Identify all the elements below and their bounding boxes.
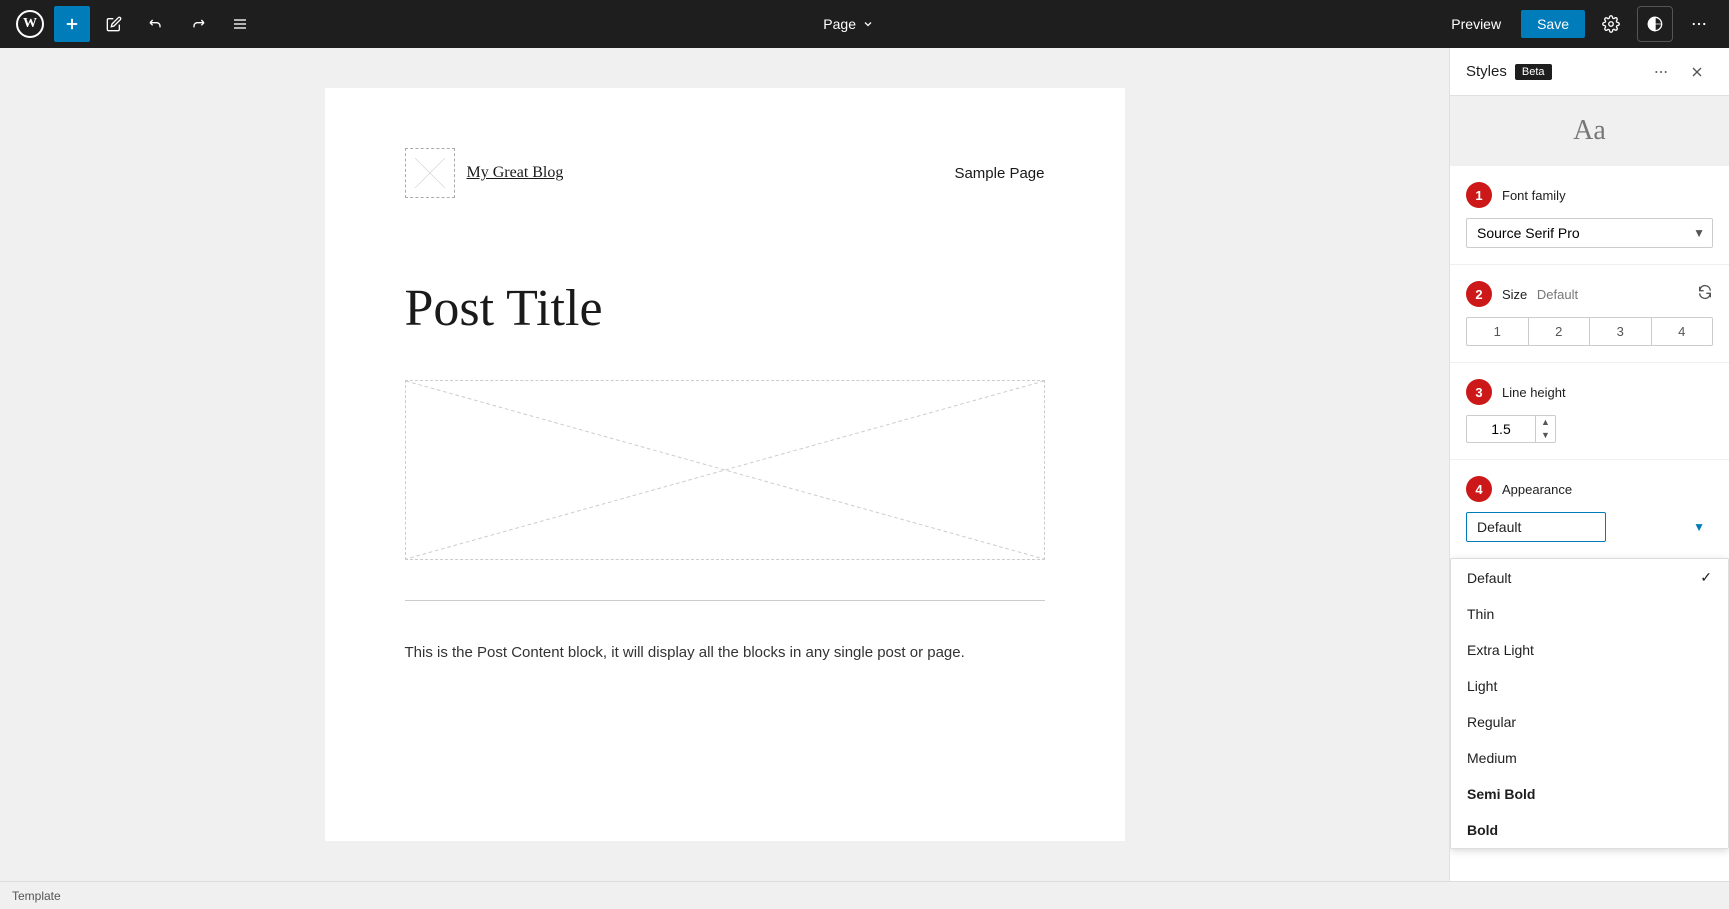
font-family-select-wrapper: Source Serif Pro Georgia Arial Helvetica… — [1466, 218, 1713, 248]
preview-button[interactable]: Preview — [1439, 10, 1513, 38]
panel-header: Styles Beta — [1450, 48, 1729, 96]
dropdown-item-extra-light[interactable]: Extra Light — [1451, 632, 1728, 668]
appearance-select-wrapper: Default Thin Extra Light Light Regular M… — [1466, 512, 1713, 542]
line-height-increment[interactable]: ▲ — [1536, 416, 1555, 429]
settings-button[interactable] — [1593, 6, 1629, 42]
font-family-label: Font family — [1502, 188, 1566, 203]
edit-tool-button[interactable] — [96, 6, 132, 42]
size-label-row: 2 Size Default — [1466, 281, 1713, 307]
undo-button[interactable] — [138, 6, 174, 42]
panel-title: Styles — [1466, 63, 1507, 80]
dropdown-item-bold[interactable]: Bold — [1451, 812, 1728, 848]
size-mark-2[interactable]: 2 — [1529, 318, 1591, 345]
panel-preview-area: Aa — [1450, 96, 1729, 166]
font-family-section: 1 Font family Source Serif Pro Georgia A… — [1450, 166, 1729, 265]
line-height-input[interactable] — [1466, 415, 1536, 443]
appearance-label: Appearance — [1502, 482, 1572, 497]
line-height-input-wrap: ▲ ▼ — [1466, 415, 1713, 443]
step-1-number: 1 — [1466, 182, 1492, 208]
size-mark-1[interactable]: 1 — [1467, 318, 1529, 345]
panel-title-area: Styles Beta — [1466, 63, 1552, 80]
add-block-button[interactable] — [54, 6, 90, 42]
appearance-section: 4 Appearance Default Thin Extra Light Li… — [1450, 460, 1729, 558]
beta-badge: Beta — [1515, 64, 1552, 80]
font-family-select[interactable]: Source Serif Pro Georgia Arial Helvetica — [1466, 218, 1713, 248]
toolbar-left: W — [12, 6, 258, 42]
template-label: Template — [12, 889, 61, 903]
check-icon: ✓ — [1700, 569, 1712, 586]
step-2-number: 2 — [1466, 281, 1492, 307]
site-title[interactable]: My Great Blog — [467, 164, 564, 182]
step-4-number: 4 — [1466, 476, 1492, 502]
content-divider — [405, 600, 1045, 601]
main-area: My Great Blog Sample Page Post Title Thi… — [0, 48, 1729, 881]
line-height-spinner: ▲ ▼ — [1536, 415, 1556, 443]
panel-more-button[interactable] — [1645, 56, 1677, 88]
line-height-label: Line height — [1502, 385, 1566, 400]
appearance-dropdown: Default ✓ Thin Extra Light Light Regular… — [1450, 558, 1729, 849]
size-default-label: Default — [1537, 287, 1578, 302]
page-indicator[interactable]: Page — [815, 12, 882, 36]
toolbar-center: Page — [266, 12, 1431, 36]
toolbar-right: Preview Save — [1439, 6, 1717, 42]
dropdown-item-semi-bold[interactable]: Semi Bold — [1451, 776, 1728, 812]
size-section: 2 Size Default — [1450, 265, 1729, 363]
post-content-text: This is the Post Content block, it will … — [405, 641, 1045, 665]
size-slider-track: 1 2 3 4 — [1466, 317, 1713, 346]
panel-body: 1 Font family Source Serif Pro Georgia A… — [1450, 166, 1729, 881]
panel-close-button[interactable] — [1681, 56, 1713, 88]
canvas: My Great Blog Sample Page Post Title Thi… — [0, 48, 1449, 881]
right-panel: Styles Beta Aa — [1449, 48, 1729, 881]
more-options-button[interactable] — [1681, 6, 1717, 42]
dropdown-item-medium[interactable]: Medium — [1451, 740, 1728, 776]
nav-menu-item[interactable]: Sample Page — [954, 165, 1044, 182]
line-height-label-row: 3 Line height — [1466, 379, 1713, 405]
list-view-button[interactable] — [222, 6, 258, 42]
line-height-decrement[interactable]: ▼ — [1536, 429, 1555, 442]
redo-button[interactable] — [180, 6, 216, 42]
size-mark-4[interactable]: 4 — [1652, 318, 1713, 345]
appearance-select[interactable]: Default Thin Extra Light Light Regular M… — [1466, 512, 1606, 542]
bottom-bar: Template — [0, 881, 1729, 909]
page-label: Page — [823, 16, 856, 32]
dropdown-item-regular[interactable]: Regular — [1451, 704, 1728, 740]
panel-header-icons — [1645, 56, 1713, 88]
toolbar: W Page — [0, 0, 1729, 48]
dropdown-item-light[interactable]: Light — [1451, 668, 1728, 704]
font-family-label-row: 1 Font family — [1466, 182, 1713, 208]
size-mark-3[interactable]: 3 — [1590, 318, 1652, 345]
wp-logo-button[interactable]: W — [12, 6, 48, 42]
page-content: My Great Blog Sample Page Post Title Thi… — [325, 88, 1125, 841]
dark-mode-button[interactable] — [1637, 6, 1673, 42]
step-3-number: 3 — [1466, 379, 1492, 405]
site-header: My Great Blog Sample Page — [405, 148, 1045, 218]
save-button[interactable]: Save — [1521, 10, 1585, 38]
post-title[interactable]: Post Title — [405, 278, 1045, 340]
appearance-label-row: 4 Appearance — [1466, 476, 1713, 502]
dropdown-item-default[interactable]: Default ✓ — [1451, 559, 1728, 596]
size-reset-button[interactable] — [1697, 284, 1713, 303]
appearance-select-arrow-icon: ▼ — [1693, 520, 1705, 534]
featured-image-placeholder — [405, 380, 1045, 560]
size-label: Size Default — [1502, 287, 1578, 302]
preview-aa: Aa — [1573, 115, 1606, 147]
line-height-section: 3 Line height ▲ ▼ — [1450, 363, 1729, 460]
dropdown-item-thin[interactable]: Thin — [1451, 596, 1728, 632]
site-logo — [405, 148, 455, 198]
